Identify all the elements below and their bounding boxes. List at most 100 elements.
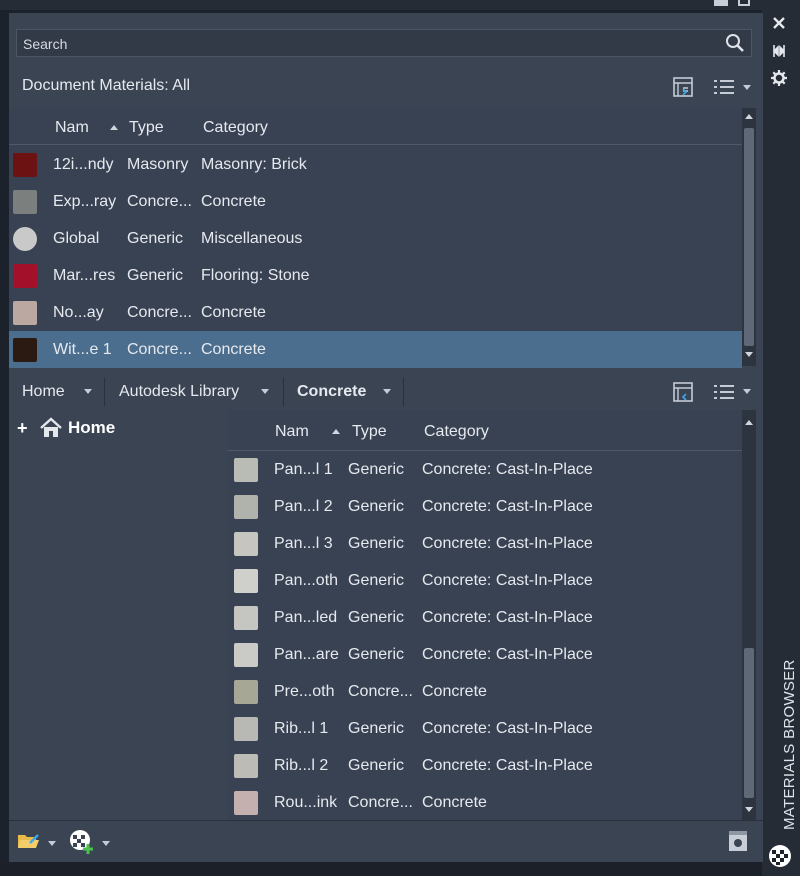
material-category: Concrete: Cast-In-Place [422,757,593,774]
material-editor-icon[interactable] [728,830,748,852]
create-material-caret[interactable] [102,841,110,846]
library-material-row[interactable]: Pan...are Generic Concrete: Cast-In-Plac… [228,636,742,673]
material-type: Generic [348,720,405,737]
create-material-icon[interactable] [69,829,95,855]
library-bar: Home Autodesk Library Concrete [9,374,763,410]
material-category: Concrete: Cast-In-Place [422,609,593,626]
scroll-up-icon[interactable] [745,114,753,119]
material-swatch [234,569,258,593]
library-material-row[interactable]: Rib...l 2 Generic Concrete: Cast-In-Plac… [228,747,742,784]
material-name: Rou...ink [274,794,338,811]
col-type-header[interactable]: Type [352,423,387,441]
material-category: Concrete: Cast-In-Place [422,498,593,515]
material-row[interactable]: Global Generic Miscellaneous [9,220,742,257]
library-view-icon[interactable] [672,381,694,403]
material-type: Concre... [127,193,192,210]
material-row[interactable]: Exp...ray Concre... Concrete [9,183,742,220]
material-swatch [234,717,258,741]
material-category: Concrete [201,304,266,321]
expand-icon[interactable]: + [17,418,28,439]
material-type: Concre... [127,341,192,358]
lib-home-caret[interactable] [84,389,92,394]
material-row[interactable]: No...ay Concre... Concrete [9,294,742,331]
material-category: Concrete [422,794,487,811]
document-materials-title: Document Materials: All [22,77,191,94]
search-icon[interactable] [725,33,745,53]
material-type: Generic [348,572,405,589]
view-options-icon[interactable] [712,76,734,98]
material-category: Concrete: Cast-In-Place [422,535,593,552]
material-category: Masonry: Brick [201,156,307,173]
library-material-row[interactable]: Pan...oth Generic Concrete: Cast-In-Plac… [228,562,742,599]
material-category: Miscellaneous [201,230,303,247]
library-materials-list: Nam Type Category Pan...l 1 Generic Conc… [228,410,742,820]
lib-concrete-tab[interactable]: Concrete [297,374,366,410]
col-category-header[interactable]: Category [203,119,268,137]
library-material-row[interactable]: Pan...led Generic Concrete: Cast-In-Plac… [228,599,742,636]
lib-concrete-caret[interactable] [383,389,391,394]
library-view-options-icon[interactable] [712,381,734,403]
minimize-button[interactable] [714,0,728,6]
materials-browser-window: MATERIALS BROWSER Search Document Materi… [0,0,800,876]
lib-autodesk-library-tab[interactable]: Autodesk Library [119,374,239,410]
gear-icon[interactable] [770,69,788,87]
upper-scrollbar[interactable] [742,108,756,366]
library-material-row[interactable]: Pan...l 2 Generic Concrete: Cast-In-Plac… [228,488,742,525]
divider [283,378,284,406]
material-category: Concrete [422,683,487,700]
lib-home-tab[interactable]: Home [22,374,65,410]
scroll-down-icon[interactable] [745,807,753,812]
material-row-selected[interactable]: Wit...e 1 Concre... Concrete [9,331,742,368]
material-name: Rib...l 2 [274,757,329,774]
document-materials-list: Nam Type Category 12i...ndy Masonry Maso… [9,108,742,368]
material-name: Rib...l 1 [274,720,329,737]
material-type: Generic [127,230,184,247]
material-swatch [13,301,37,325]
col-name-header[interactable]: Nam [275,423,309,441]
search-input[interactable]: Search [16,29,752,57]
material-category: Concrete: Cast-In-Place [422,461,593,478]
material-name: Mar...res [53,267,116,284]
library-material-row[interactable]: Pre...oth Concre... Concrete [228,673,742,710]
material-swatch [234,495,258,519]
sort-ascending-icon [332,429,340,434]
sort-ascending-icon [110,125,118,130]
material-row[interactable]: Mar...res Generic Flooring: Stone [9,257,742,294]
scroll-thumb[interactable] [744,128,754,346]
material-swatch [234,458,258,482]
material-name: Pan...l 1 [274,461,333,478]
close-icon[interactable] [772,16,786,30]
lib-autodesk-caret[interactable] [261,389,269,394]
library-material-row[interactable]: Pan...l 3 Generic Concrete: Cast-In-Plac… [228,525,742,562]
material-type: Generic [348,646,405,663]
material-row[interactable]: 12i...ndy Masonry Masonry: Brick [9,146,742,183]
view-options-caret[interactable] [743,85,751,90]
list-view-icon[interactable] [672,76,694,98]
materials-palette-icon [769,845,791,867]
col-category-header[interactable]: Category [424,423,489,441]
library-material-row[interactable]: Pan...l 1 Generic Concrete: Cast-In-Plac… [228,451,742,488]
material-type: Generic [348,535,405,552]
material-type: Generic [348,609,405,626]
material-type: Masonry [127,156,189,173]
material-type: Generic [348,757,405,774]
lower-scrollbar[interactable] [742,410,756,820]
material-name: Wit...e 1 [53,341,112,358]
scroll-down-icon[interactable] [745,352,753,357]
material-swatch [13,264,37,288]
col-type-header[interactable]: Type [129,119,164,137]
material-swatch [234,680,258,704]
library-material-row[interactable]: Rib...l 1 Generic Concrete: Cast-In-Plac… [228,710,742,747]
material-name: 12i...ndy [53,156,114,173]
autohide-icon[interactable] [772,44,786,58]
scroll-thumb[interactable] [744,648,754,798]
col-name-header[interactable]: Nam [55,119,89,137]
scroll-up-icon[interactable] [745,420,753,425]
library-view-options-caret[interactable] [743,389,751,394]
tree-home-label[interactable]: Home [68,418,115,438]
restore-button[interactable] [738,0,750,6]
open-library-caret[interactable] [48,841,56,846]
library-material-row[interactable]: Rou...ink Concre... Concrete [228,784,742,821]
open-library-icon[interactable] [16,829,42,853]
divider [104,378,105,406]
